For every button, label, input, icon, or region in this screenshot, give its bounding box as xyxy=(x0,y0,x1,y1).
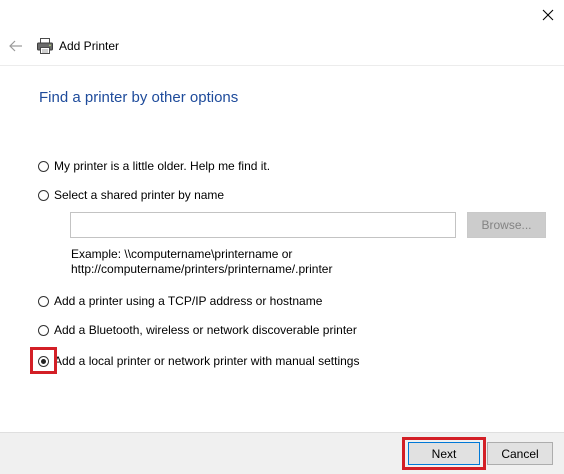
option-older-printer[interactable]: My printer is a little older. Help me fi… xyxy=(38,157,270,175)
browse-button[interactable]: Browse... xyxy=(467,212,546,238)
example-line-2: http://computername/printers/printername… xyxy=(71,262,333,276)
shared-printer-name-input[interactable] xyxy=(70,212,456,238)
next-button[interactable]: Next xyxy=(408,442,480,465)
radio-button[interactable] xyxy=(38,189,49,201)
back-arrow-icon xyxy=(9,40,22,52)
page-heading: Find a printer by other options xyxy=(39,89,239,106)
option-shared-printer-by-name[interactable]: Select a shared printer by name xyxy=(38,186,224,204)
add-printer-window: Add Printer Find a printer by other opti… xyxy=(0,0,564,474)
radio-button[interactable] xyxy=(38,160,49,172)
option-label: My printer is a little older. Help me fi… xyxy=(54,159,271,173)
close-icon xyxy=(542,9,554,21)
radio-button-selected[interactable] xyxy=(38,355,49,367)
option-label: Select a shared printer by name xyxy=(54,188,225,202)
wizard-header: Add Printer xyxy=(0,30,564,62)
back-button[interactable] xyxy=(6,36,26,56)
radio-button[interactable] xyxy=(38,324,49,336)
option-bluetooth-wireless[interactable]: Add a Bluetooth, wireless or network dis… xyxy=(38,321,357,339)
wizard-footer: Next Cancel xyxy=(0,432,564,474)
window-title: Add Printer xyxy=(59,39,120,53)
option-label: Add a Bluetooth, wireless or network dis… xyxy=(54,323,357,337)
option-label: Add a printer using a TCP/IP address or … xyxy=(54,294,323,308)
option-local-printer-manual[interactable]: Add a local printer or network printer w… xyxy=(38,352,359,370)
cancel-button[interactable]: Cancel xyxy=(487,442,553,465)
example-hint: Example: \\computername\printername or h… xyxy=(71,247,332,277)
header-divider xyxy=(0,65,564,66)
printer-icon xyxy=(37,38,53,54)
option-label: Add a local printer or network printer w… xyxy=(54,354,360,368)
example-line-1: Example: \\computername\printername or xyxy=(71,247,293,261)
radio-button[interactable] xyxy=(38,295,49,307)
option-tcpip-address[interactable]: Add a printer using a TCP/IP address or … xyxy=(38,292,322,310)
close-button[interactable] xyxy=(533,0,563,30)
